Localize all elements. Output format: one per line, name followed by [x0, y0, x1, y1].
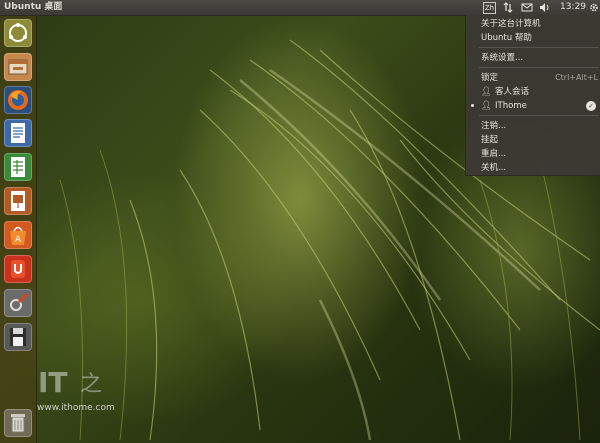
menu-item-help[interactable]: Ubuntu 帮助 [481, 31, 532, 45]
file-manager-icon[interactable] [4, 53, 32, 81]
settings-icon[interactable] [4, 289, 32, 317]
volume-icon[interactable] [538, 0, 552, 15]
launcher: A [0, 16, 37, 443]
svg-text:之: 之 [80, 372, 102, 397]
software-center-icon[interactable]: A [4, 221, 32, 249]
keyboard-indicator[interactable]: Zh [483, 0, 496, 15]
menu-item-restart[interactable]: 重启... [481, 147, 506, 161]
user-label: IThome [495, 101, 527, 111]
check-icon: ✓ [586, 101, 596, 111]
menu-item-guest-session[interactable]: 👤︎ 客人会话 [481, 85, 529, 99]
keyboard-layout-label: Zh [483, 2, 496, 14]
writer-icon[interactable] [4, 119, 32, 147]
network-icon[interactable] [502, 0, 514, 15]
mail-icon[interactable] [520, 0, 534, 15]
floppy-icon[interactable] [4, 323, 32, 351]
menu-item-suspend[interactable]: 挂起 [481, 133, 498, 147]
ubuntu-one-icon[interactable] [4, 255, 32, 283]
menu-item-shutdown[interactable]: 关机... [481, 161, 506, 175]
session-menu: 关于这台计算机 Ubuntu 帮助 系统设置... 锁定 Ctrl+Alt+L … [465, 15, 600, 176]
person-icon: 👤︎ [481, 87, 492, 97]
menu-separator [479, 115, 599, 116]
impress-icon[interactable] [4, 187, 32, 215]
panel-title: Ubuntu 桌面 [4, 2, 63, 12]
menu-item-logout[interactable]: 注销... [481, 119, 506, 133]
watermark-url: www.ithome.com [37, 403, 115, 413]
trash-icon[interactable] [4, 409, 32, 437]
lock-shortcut: Ctrl+Alt+L [555, 73, 598, 82]
active-user-dot-icon [471, 104, 474, 107]
svg-text:A: A [15, 235, 22, 245]
clock[interactable]: 13:29 [558, 0, 588, 15]
svg-text:IT: IT [38, 366, 68, 399]
menu-separator [479, 47, 599, 48]
menu-separator [479, 67, 599, 68]
menu-item-settings[interactable]: 系统设置... [481, 51, 523, 65]
firefox-icon[interactable] [4, 86, 32, 114]
menu-item-user[interactable]: 👤︎ IThome [481, 99, 527, 113]
calc-icon[interactable] [4, 153, 32, 181]
menu-item-about[interactable]: 关于这台计算机 [481, 17, 541, 31]
menu-item-lock[interactable]: 锁定 [481, 71, 498, 85]
top-panel: Ubuntu 桌面 Zh 13:29 [0, 0, 600, 16]
guest-label: 客人会话 [495, 87, 530, 97]
ubuntu-logo-icon[interactable] [4, 19, 32, 47]
person-icon: 👤︎ [481, 101, 492, 111]
gear-icon[interactable] [588, 0, 600, 15]
